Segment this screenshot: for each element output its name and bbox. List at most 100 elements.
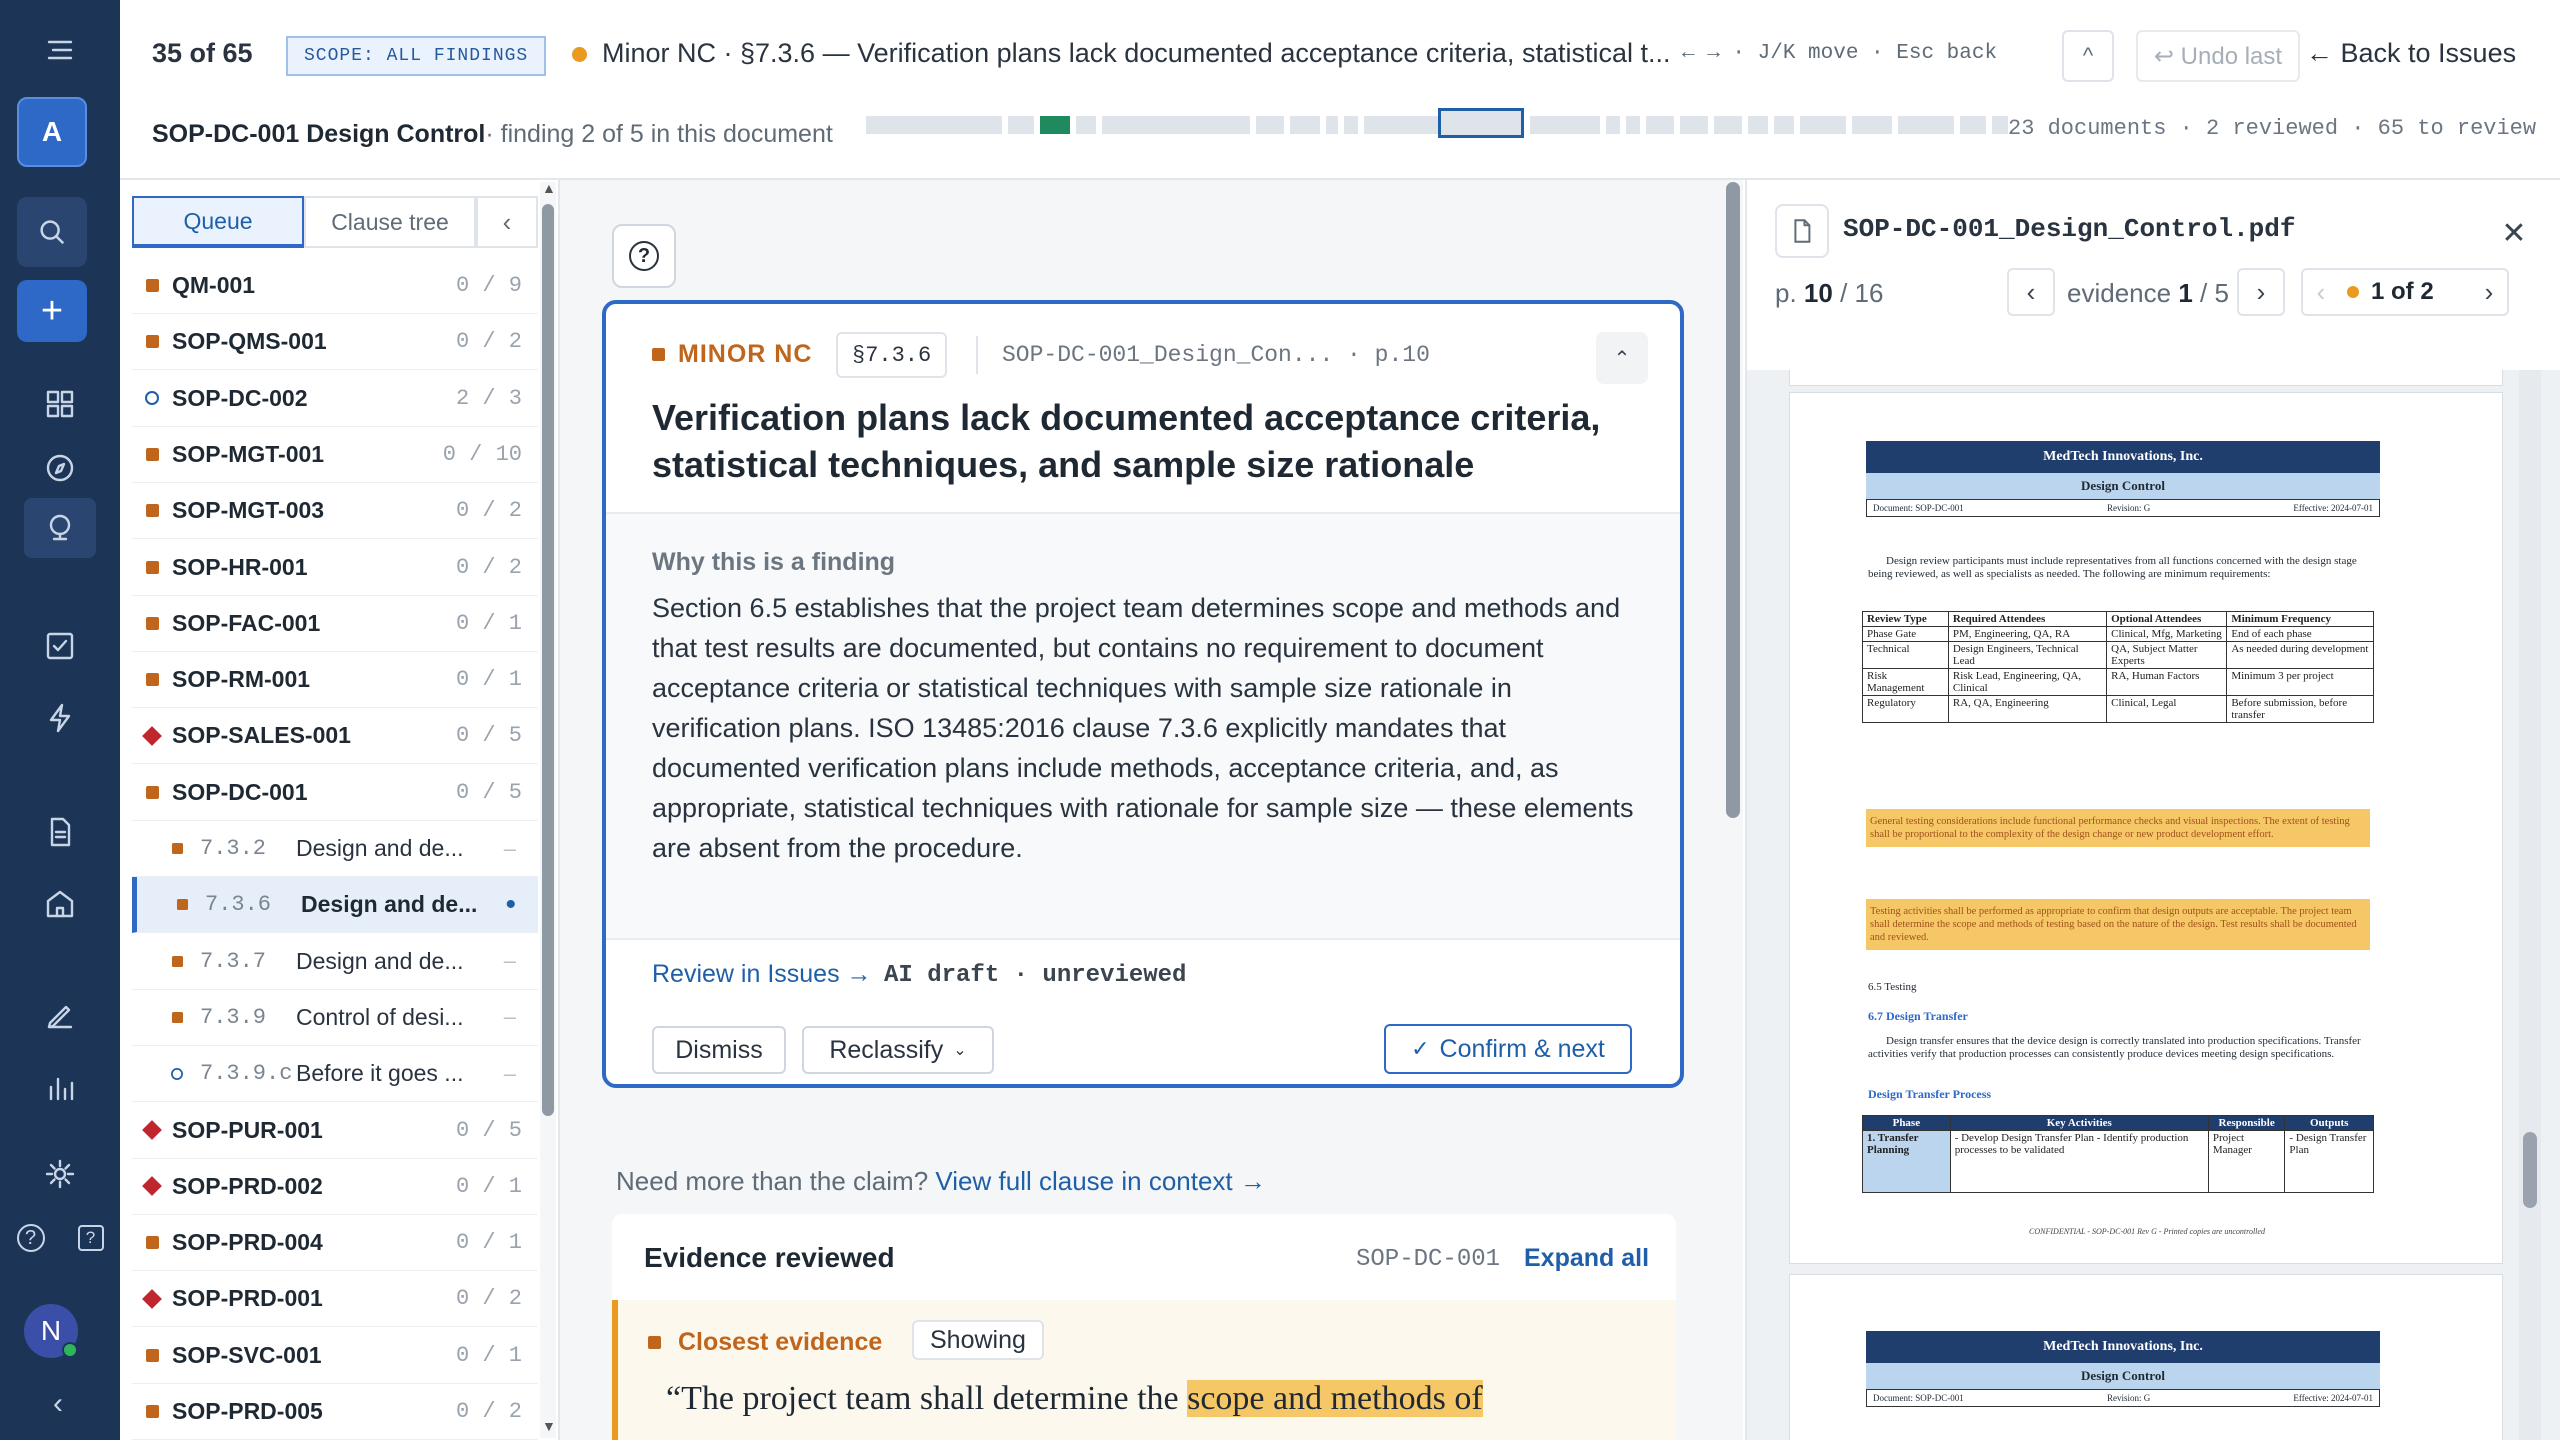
next-evidence-button[interactable]: › — [2237, 268, 2285, 316]
pdf-highlight-2-text: Testing activities shall be performed as… — [1866, 899, 2370, 950]
pdf-canvas: MedTech Innovations, Inc. Design Control… — [1747, 370, 2560, 1440]
pdf-table-cell: Before submission, before transfer — [2226, 695, 2374, 723]
pdf-table-cell: RA, Human Factors — [2106, 668, 2228, 696]
prev-evidence-button[interactable]: ‹ — [2007, 268, 2055, 316]
undo-button[interactable]: ↩ Undo last — [2136, 30, 2300, 82]
divider — [606, 938, 1680, 940]
confirm-next-button[interactable]: ✓ Confirm & next — [1384, 1024, 1632, 1074]
pdf-table-cell: - Design Transfer Plan — [2284, 1130, 2374, 1193]
queue-item[interactable]: SOP-RM-001 0 / 1 — [132, 652, 538, 709]
dismiss-button[interactable]: Dismiss — [652, 1026, 786, 1074]
clause-item[interactable]: 7.3.2 Design and de... – — [132, 821, 538, 877]
queue-item-name: SOP-MGT-003 — [172, 497, 325, 524]
clause-title: Design and de... — [296, 947, 464, 974]
queue-item-marker — [132, 447, 172, 461]
settings-icon[interactable] — [24, 1144, 96, 1204]
clause-item[interactable]: 7.3.9.c Before it goes ... – — [132, 1046, 538, 1103]
document-icon[interactable] — [24, 802, 96, 862]
scroll-down-arrow[interactable]: ▼ — [542, 1418, 556, 1434]
prev-hit-icon[interactable]: ‹ — [2303, 277, 2339, 308]
check-icon: ✓ — [1411, 1036, 1430, 1061]
scope-badge[interactable]: SCOPE: ALL FINDINGS — [286, 36, 547, 76]
queue-item-name: SOP-FAC-001 — [172, 609, 321, 636]
queue-item-count: 0 / 5 — [455, 723, 522, 749]
close-pdf-button[interactable]: ✕ — [2487, 206, 2541, 260]
pdf-scrollbar[interactable] — [2519, 370, 2541, 1440]
review-in-issues-link[interactable]: Review in Issues → — [652, 960, 872, 989]
clause-item[interactable]: 7.3.9 Control of desi... – — [132, 990, 538, 1046]
showing-badge[interactable]: Showing — [912, 1320, 1044, 1360]
help-button[interactable]: ? — [612, 224, 676, 288]
queue-item-marker — [132, 1348, 172, 1362]
severity-square-icon — [145, 504, 159, 518]
queue-item[interactable]: SOP-DC-002 2 / 3 — [132, 371, 538, 427]
collapse-rail-icon[interactable]: ‹ — [22, 1374, 94, 1434]
collapse-queue-button[interactable]: ‹ — [476, 196, 538, 248]
queue-item[interactable]: SOP-DC-001 0 / 5 — [132, 765, 538, 821]
center-scrollbar-thumb[interactable] — [1726, 182, 1740, 818]
tab-clause-tree[interactable]: Clause tree — [304, 196, 476, 248]
queue-item-name: SOP-RM-001 — [172, 666, 311, 693]
pdf-scrollbar-thumb[interactable] — [2523, 1132, 2537, 1208]
checklist-icon[interactable] — [24, 616, 96, 676]
pdf-company: MedTech Innovations, Inc. — [1866, 441, 2380, 473]
queue-scrollbar[interactable] — [540, 182, 556, 1438]
scroll-up-arrow[interactable]: ▲ — [542, 180, 556, 196]
queue-item[interactable]: SOP-FAC-001 0 / 1 — [132, 596, 538, 652]
dashboard-icon[interactable] — [24, 374, 96, 434]
queue-item[interactable]: SOP-QMS-001 0 / 2 — [132, 314, 538, 371]
pdf-docinfo: Document: SOP-DC-001 Revision: G Effective… — [1866, 1389, 2380, 1407]
context-prompt: Need more than the claim? View full clau… — [616, 1166, 1266, 1197]
online-status-dot — [62, 1342, 78, 1358]
menu-icon[interactable] — [24, 20, 96, 80]
queue-item[interactable]: SOP-PUR-001 0 / 5 — [132, 1103, 538, 1159]
pdf-table-cell: - Develop Design Transfer Plan - Identif… — [1949, 1130, 2209, 1193]
clause-item-marker — [167, 898, 197, 911]
clause-badge[interactable]: §7.3.6 — [836, 332, 948, 378]
shortcut-help-icon[interactable]: ? — [77, 1225, 104, 1251]
clause-item[interactable]: 7.3.6 Design and de... • — [132, 877, 538, 934]
queue-item[interactable]: SOP-PRD-002 0 / 1 — [132, 1159, 538, 1215]
pdf-page: MedTech Innovations, Inc. Design Control… — [1789, 392, 2503, 1264]
lightning-icon[interactable] — [24, 688, 96, 748]
queue-item[interactable]: SOP-PRD-005 0 / 2 — [132, 1384, 538, 1440]
document-name-text: SOP-DC-001 Design Control — [152, 120, 486, 148]
collapse-header-button[interactable]: ^ — [2062, 30, 2114, 82]
building-icon[interactable] — [24, 874, 96, 934]
queue-item-name: SOP-PRD-001 — [172, 1285, 323, 1312]
add-button[interactable]: + — [17, 280, 87, 342]
reclassify-button[interactable]: Reclassify ⌄ — [802, 1026, 994, 1074]
tab-queue[interactable]: Queue — [132, 196, 304, 248]
view-clause-link[interactable]: View full clause in context → — [935, 1166, 1265, 1196]
queue-item[interactable]: SOP-MGT-001 0 / 10 — [132, 427, 538, 483]
pdf-table-header: Minimum Frequency — [2226, 611, 2374, 627]
pen-icon[interactable] — [24, 986, 96, 1046]
queue-item[interactable]: SOP-HR-001 0 / 2 — [132, 540, 538, 596]
queue-item[interactable]: SOP-PRD-004 0 / 1 — [132, 1215, 538, 1272]
severity-diamond-icon — [142, 1120, 162, 1140]
queue-item[interactable]: SOP-SALES-001 0 / 5 — [132, 708, 538, 765]
queue-item-marker — [132, 1405, 172, 1418]
expand-all-link[interactable]: Expand all — [1524, 1244, 1649, 1273]
queue-item[interactable]: SOP-PRD-001 0 / 2 — [132, 1271, 538, 1328]
review-icon[interactable] — [24, 498, 96, 558]
clause-number: 7.3.9 — [200, 1004, 267, 1030]
severity-square-icon — [145, 1236, 159, 1250]
help-circle-icon[interactable]: ? — [16, 1224, 45, 1252]
queue-item[interactable]: QM-001 0 / 9 — [132, 258, 538, 314]
chart-icon[interactable] — [24, 1058, 96, 1118]
compass-icon[interactable] — [24, 438, 96, 498]
collapse-card-button[interactable]: ⌃ — [1596, 332, 1648, 384]
next-hit-icon[interactable]: › — [2471, 277, 2507, 308]
workspace-avatar[interactable]: A — [17, 97, 87, 167]
why-text: Section 6.5 establishes that the project… — [652, 593, 1634, 863]
pdf-rev: Revision: G — [2106, 1393, 2151, 1403]
back-to-issues-link[interactable]: ← Back to Issues — [2306, 38, 2516, 69]
source-reference[interactable]: SOP-DC-001_Design_Con... · p.10 — [1002, 342, 1430, 368]
clause-item[interactable]: 7.3.7 Design and de... – — [132, 934, 538, 990]
search-button[interactable] — [17, 197, 87, 267]
queue-item[interactable]: SOP-SVC-001 0 / 1 — [132, 1328, 538, 1384]
queue-scrollbar-thumb[interactable] — [542, 204, 554, 1116]
clause-state: – — [503, 1004, 516, 1030]
queue-item[interactable]: SOP-MGT-003 0 / 2 — [132, 483, 538, 540]
